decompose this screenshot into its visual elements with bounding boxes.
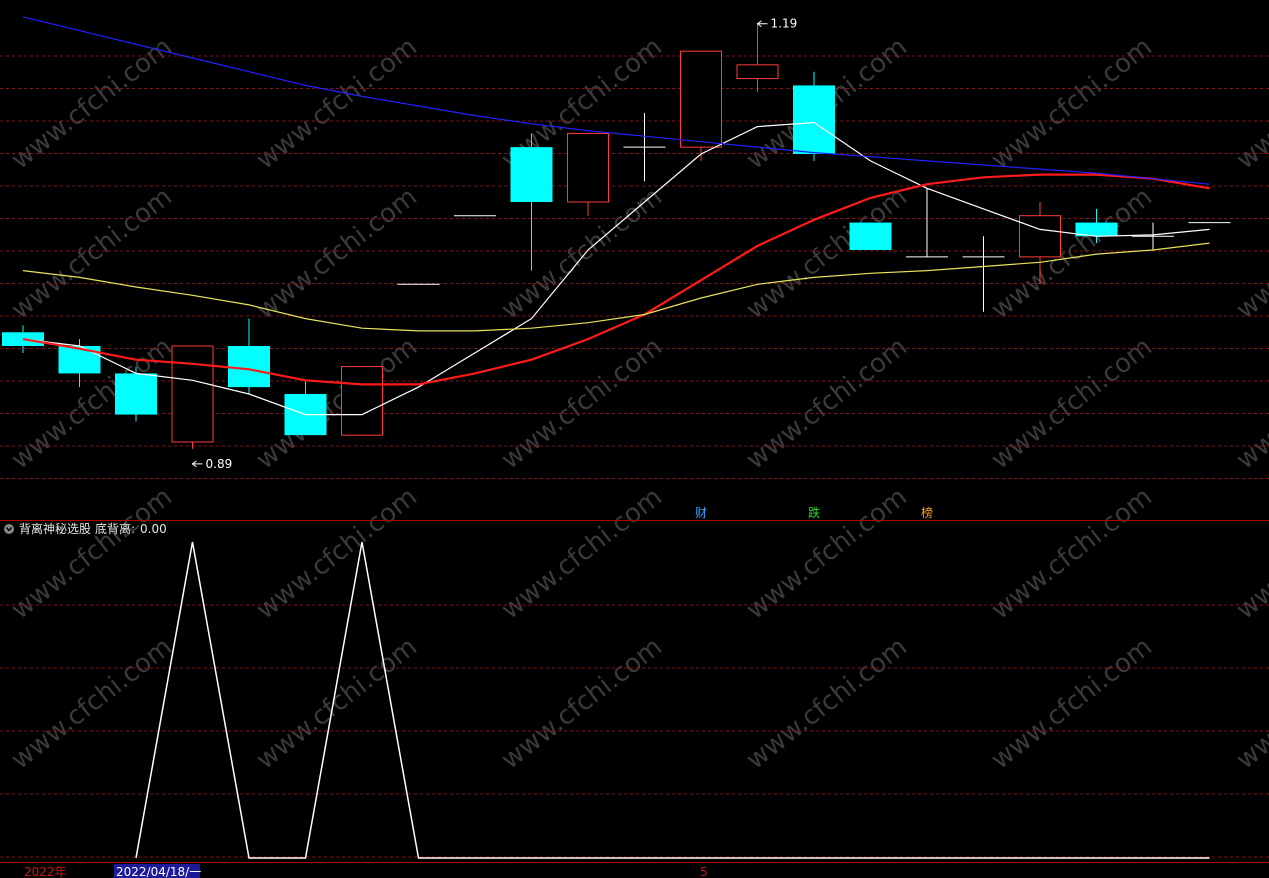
candle-body [58,346,101,374]
low-price-label: 0.89 [206,457,233,471]
candle [906,188,948,258]
candle-body [736,64,779,80]
date-axis: 2022年 2022/04/18/一 5 [24,864,708,878]
watermark-text: www.cfchi.com [496,332,668,476]
candle [623,112,666,182]
watermark-text: www.cfchi.com [496,632,668,776]
watermark-text: www.cfchi.com [251,182,423,326]
candle [171,345,214,449]
watermark-text: www.cfchi.com [1231,632,1269,776]
candle-body [1019,215,1061,258]
indicator-title: 背离神秘选股 [19,521,91,536]
candle-body [171,345,214,443]
indicator-header: 背离神秘选股 底背离: 0.00 [4,521,167,536]
stock-chart: www.cfchi.com www.cfchi.com www.cfchi.com w… [0,16,1269,878]
watermark-text: www.cfchi.com [986,332,1158,476]
candle [849,222,892,250]
indicator-toggle-icon[interactable] [4,524,14,534]
watermark-text: www.cfchi.com [986,482,1158,626]
watermark-text: www.cfchi.com [741,182,913,326]
candle [1132,222,1174,250]
candle-body [510,147,553,202]
candle-body [115,373,157,415]
low-arrow-icon [191,460,203,468]
watermark-text: www.cfchi.com [251,482,423,626]
watermark-text: www.cfchi.com [1231,332,1269,476]
watermark-text: www.cfchi.com [6,632,178,776]
candle [284,380,327,436]
watermark-text: www.cfchi.com [741,632,913,776]
watermark-text: www.cfchi.com [6,182,178,326]
month-label: 5 [700,865,708,878]
watermark-text: www.cfchi.com [1231,482,1269,626]
watermark-text: www.cfchi.com [496,482,668,626]
trend-line [22,16,1210,185]
watermark-text: www.cfchi.com [986,182,1158,326]
candle [680,50,722,161]
watermark-text: www.cfchi.com [986,632,1158,776]
event-marker: 财 [695,506,707,520]
indicator-value-label: 底背离: [95,521,135,536]
year-label: 2022年 [24,865,67,878]
candle [736,23,779,93]
candle [510,133,553,271]
event-marker: 榜 [921,505,933,520]
candle-body [567,132,609,203]
event-marker: 跌 [808,505,820,520]
watermark-text: www.cfchi.com [741,332,913,476]
watermark-text: www.cfchi.com [741,482,913,626]
watermark-text: www.cfchi.com [251,632,423,776]
watermark-text: www.cfchi.com [6,482,178,626]
candle [341,366,383,436]
watermark-text: www.cfchi.com [986,32,1158,176]
candle [228,318,270,394]
indicator-value: 0.00 [140,522,167,536]
watermark-text: www.cfchi.com [1231,182,1269,326]
candle-body [341,366,383,436]
high-arrow-icon [756,20,768,28]
candle-body [849,222,892,250]
candle-body [680,50,722,148]
candle-body [793,85,835,154]
candle-body [228,346,270,388]
cursor-date-label: 2022/04/18/一 [116,865,201,878]
candle [567,132,609,216]
high-price-label: 1.19 [771,17,798,31]
